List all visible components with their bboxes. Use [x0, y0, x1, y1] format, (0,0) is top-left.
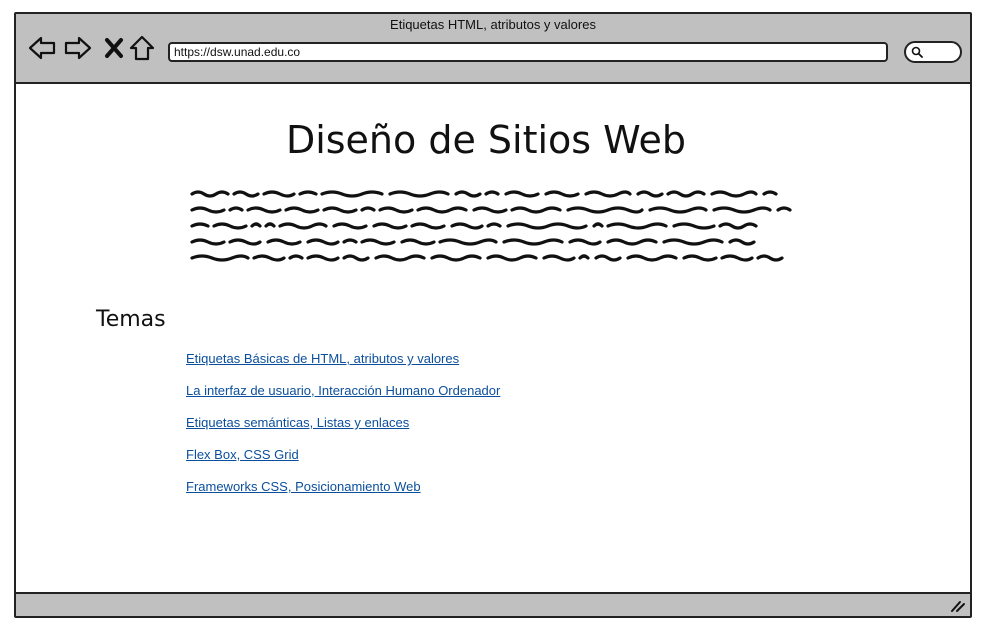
section-title: Temas — [96, 307, 166, 332]
list-item: Etiquetas semánticas, Listas y enlaces — [186, 414, 500, 446]
search-box[interactable] — [904, 41, 962, 63]
home-icon[interactable] — [128, 34, 156, 62]
back-arrow-icon[interactable] — [28, 34, 56, 62]
resize-grip-icon[interactable] — [950, 599, 966, 613]
browser-window: Etiquetas HTML, atributos y valores http… — [14, 12, 972, 618]
topics-list: Etiquetas Básicas de HTML, atributos y v… — [186, 350, 500, 510]
topic-link-html-basics[interactable]: Etiquetas Básicas de HTML, atributos y v… — [186, 351, 459, 366]
browser-toolbar: Etiquetas HTML, atributos y valores http… — [16, 14, 970, 84]
window-title: Etiquetas HTML, atributos y valores — [390, 17, 596, 32]
address-bar[interactable]: https://dsw.unad.edu.co — [168, 42, 888, 62]
close-x-icon[interactable] — [100, 34, 128, 62]
forward-arrow-icon[interactable] — [64, 34, 92, 62]
topic-link-user-interface[interactable]: La interfaz de usuario, Interacción Huma… — [186, 383, 500, 398]
list-item: La interfaz de usuario, Interacción Huma… — [186, 382, 500, 414]
page-title: Diseño de Sitios Web — [285, 118, 687, 162]
status-bar — [16, 592, 970, 616]
topic-link-css-frameworks[interactable]: Frameworks CSS, Posicionamiento Web — [186, 479, 421, 494]
search-icon — [911, 46, 923, 58]
list-item: Flex Box, CSS Grid — [186, 446, 500, 478]
topic-link-semantic-tags[interactable]: Etiquetas semánticas, Listas y enlaces — [186, 415, 409, 430]
placeholder-text-block — [190, 190, 792, 262]
topic-link-flexbox-grid[interactable]: Flex Box, CSS Grid — [186, 447, 299, 462]
list-item: Etiquetas Básicas de HTML, atributos y v… — [186, 350, 500, 382]
list-item: Frameworks CSS, Posicionamiento Web — [186, 478, 500, 510]
